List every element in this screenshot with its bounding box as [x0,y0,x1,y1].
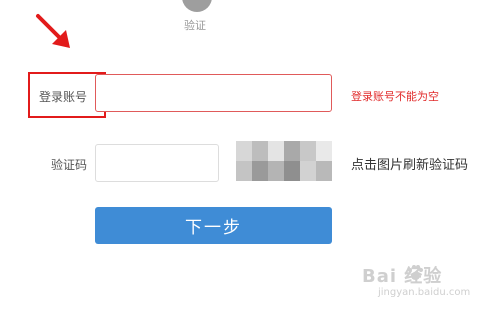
baidu-jingyan-watermark: Bai 经验 jingyan.baidu.com [362,262,474,306]
arrow-down-right-icon [36,14,70,48]
next-step-button[interactable]: 下一步 [95,207,332,244]
watermark-brand: Bai 经验 [362,266,443,287]
paw-icon [408,265,423,280]
step-indicator-circle [182,0,212,12]
captcha-refresh-hint[interactable]: 点击图片刷新验证码 [351,154,468,173]
captcha-label: 验证码 [51,158,88,172]
account-label: 登录账号 [39,90,88,104]
account-input[interactable] [95,74,332,112]
captcha-image[interactable] [236,141,332,181]
captcha-input[interactable] [95,144,219,182]
step-label: 验证 [184,19,206,32]
account-error-message: 登录账号不能为空 [351,90,439,103]
watermark-url: jingyan.baidu.com [378,287,471,298]
